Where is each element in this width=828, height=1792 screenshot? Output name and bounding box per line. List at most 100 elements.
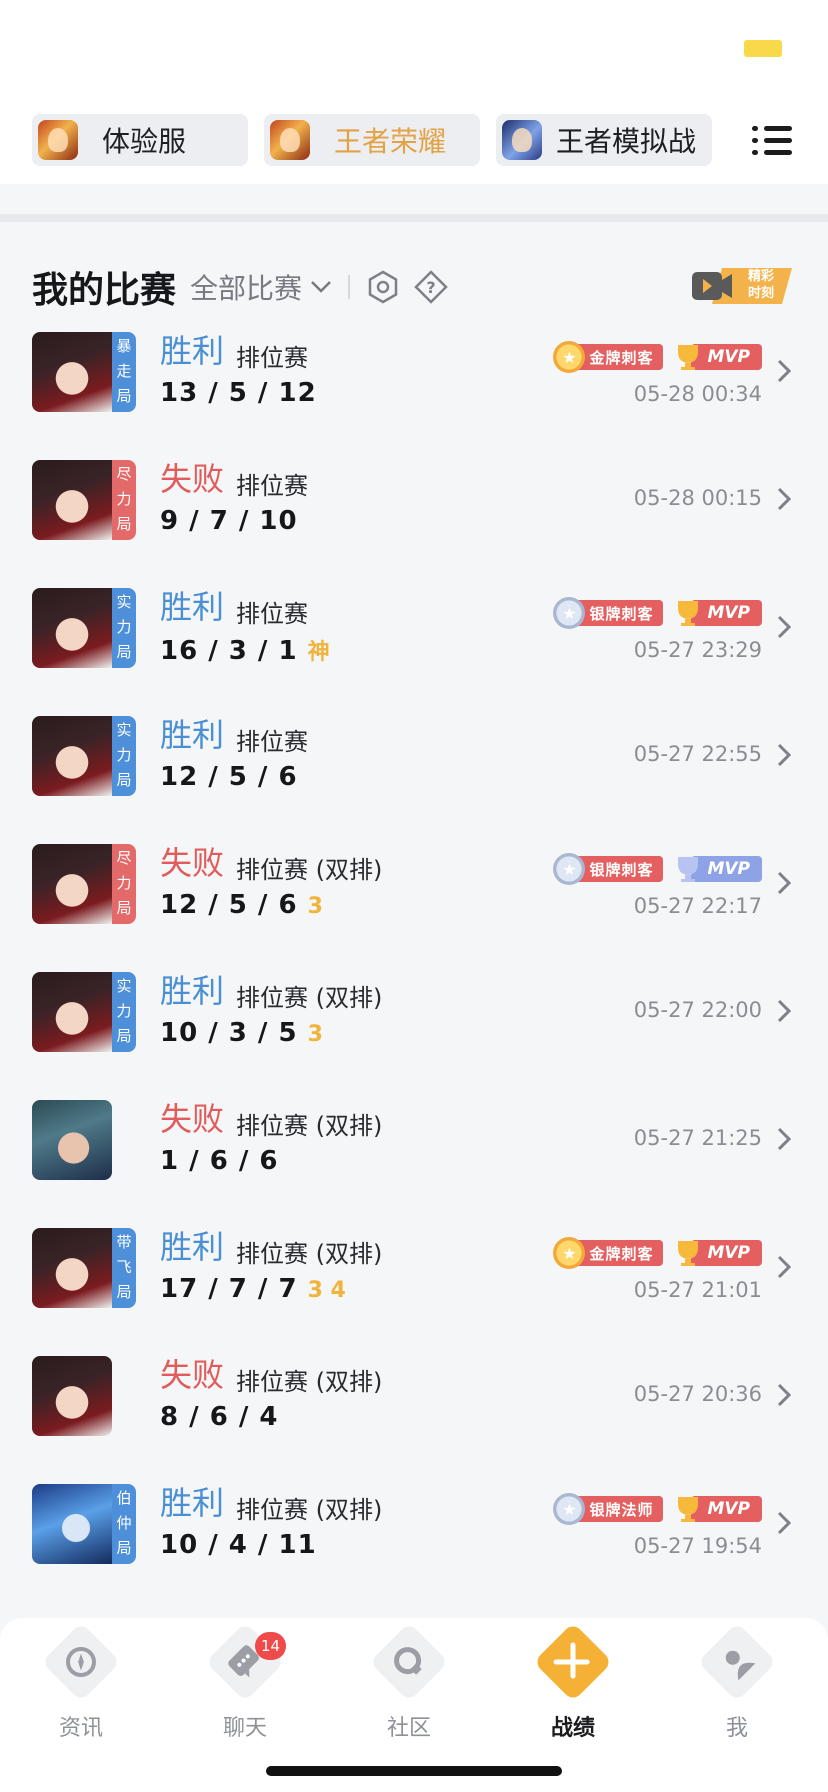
menu-list-icon[interactable] bbox=[752, 122, 792, 158]
hero-avatar: 暴走局 bbox=[32, 332, 136, 412]
kda-stats: 8 / 6 / 4 bbox=[160, 1402, 278, 1432]
highlight-line1: 精彩 bbox=[747, 269, 774, 284]
chevron-right-icon[interactable] bbox=[774, 1380, 794, 1410]
achievement-badges: ★ 银牌法师 MVP bbox=[553, 1493, 762, 1525]
mvp-label: MVP bbox=[691, 856, 762, 882]
hero-portrait bbox=[32, 332, 112, 412]
my-matches-header: 我的比赛 全部比赛 ? bbox=[32, 262, 802, 312]
match-tag-char: 暴 bbox=[116, 337, 132, 355]
kda-extra-badge: 3 4 bbox=[307, 1278, 346, 1303]
hero-avatar: 尽力局 bbox=[32, 844, 136, 924]
match-tag-char: 仲 bbox=[116, 1514, 132, 1532]
home-indicator bbox=[266, 1766, 562, 1776]
chevron-right-icon[interactable] bbox=[774, 484, 794, 514]
top-header: 体验服 王者荣耀 王者模拟战 bbox=[0, 0, 828, 184]
chevron-down-icon bbox=[311, 281, 331, 293]
nav-label: 社区 bbox=[386, 1716, 431, 1741]
match-time: 05-27 20:36 bbox=[633, 1382, 762, 1406]
match-row[interactable]: 实力局 胜利 排位赛 (双排) 10 / 3 / 5 3 05-27 22:00 bbox=[0, 960, 828, 1088]
match-tag-char: 力 bbox=[116, 618, 132, 636]
match-tag-char: 带 bbox=[116, 1233, 132, 1251]
match-tag-char: 力 bbox=[116, 874, 132, 892]
mvp-label: MVP bbox=[691, 1240, 762, 1266]
nav-profile[interactable]: 我 bbox=[677, 1622, 797, 1744]
match-row[interactable]: 失败 排位赛 (双排) 1 / 6 / 6 05-27 21:25 bbox=[0, 1088, 828, 1216]
chevron-right-icon[interactable] bbox=[774, 740, 794, 770]
mvp-label: MVP bbox=[691, 1496, 762, 1522]
chevron-right-icon[interactable] bbox=[774, 996, 794, 1026]
match-time: 05-27 22:17 bbox=[633, 894, 762, 918]
divider bbox=[0, 214, 828, 222]
hero-portrait bbox=[32, 1228, 112, 1308]
mvp-badge: MVP bbox=[675, 1238, 762, 1268]
chevron-right-icon[interactable] bbox=[774, 612, 794, 642]
kda-value: 9 / 7 / 10 bbox=[160, 506, 298, 536]
hero-portrait bbox=[32, 1356, 112, 1436]
match-result: 失败 bbox=[160, 844, 225, 882]
match-mode: 排位赛 bbox=[236, 728, 308, 756]
kda-stats: 16 / 3 / 1 神 bbox=[160, 634, 330, 666]
game-tab-label: 体验服 bbox=[102, 125, 187, 158]
match-filter-dropdown[interactable]: 全部比赛 bbox=[190, 267, 332, 307]
nav-chat[interactable]: 14 聊天 bbox=[185, 1622, 305, 1744]
match-row[interactable]: 实力局 胜利 排位赛 12 / 5 / 6 05-27 22:55 bbox=[0, 704, 828, 832]
chevron-right-icon[interactable] bbox=[774, 1252, 794, 1282]
nav-news[interactable]: 资讯 bbox=[21, 1622, 141, 1744]
match-row[interactable]: 带飞局 胜利 排位赛 (双排) 17 / 7 / 73 4 ★ 金牌刺客 MVP… bbox=[0, 1216, 828, 1344]
highlight-moments-button[interactable]: 精彩 时刻 bbox=[692, 266, 794, 306]
kda-stats: 13 / 5 / 12 bbox=[160, 378, 317, 408]
nav-label: 战绩 bbox=[550, 1716, 595, 1741]
nav-community[interactable]: 社区 bbox=[349, 1622, 469, 1744]
game-tab-label: 王者模拟战 bbox=[556, 125, 697, 158]
match-tag-char: 局 bbox=[116, 1539, 132, 1557]
match-tag-char: 实 bbox=[116, 977, 132, 995]
trophy-icon bbox=[678, 345, 699, 370]
match-result: 胜利 bbox=[160, 972, 225, 1010]
honor-of-kings-trial-icon bbox=[38, 120, 78, 160]
hero-avatar: 实力局 bbox=[32, 972, 136, 1052]
hero-portrait bbox=[32, 716, 112, 796]
honor-of-kings-icon bbox=[270, 120, 310, 160]
chevron-right-icon[interactable] bbox=[774, 1124, 794, 1154]
kda-stats: 12 / 5 / 6 3 bbox=[160, 890, 323, 920]
match-tag-char: 局 bbox=[116, 387, 132, 405]
match-mode: 排位赛 (双排) bbox=[236, 984, 383, 1012]
kda-stats: 1 / 6 / 6 bbox=[160, 1146, 278, 1176]
medal-label: 金牌刺客 bbox=[573, 1240, 664, 1266]
nav-battle-record[interactable]: 战绩 bbox=[513, 1622, 633, 1744]
kda-stats: 10 / 3 / 5 3 bbox=[160, 1018, 323, 1048]
hexagon-settings-icon[interactable] bbox=[366, 270, 400, 304]
help-icon[interactable]: ? bbox=[414, 270, 448, 304]
match-tag-char: 力 bbox=[116, 490, 132, 508]
match-row[interactable]: 暴走局 胜利 排位赛 13 / 5 / 12 ★ 金牌刺客 MVP 05-28 … bbox=[0, 320, 828, 448]
match-mode: 排位赛 (双排) bbox=[236, 1496, 383, 1524]
kda-extra-badge: 3 bbox=[307, 894, 323, 919]
kda-value: 17 / 7 / 7 bbox=[160, 1274, 298, 1304]
medal-label: 银牌刺客 bbox=[573, 856, 664, 882]
hero-portrait bbox=[32, 844, 112, 924]
match-time: 05-27 22:55 bbox=[633, 742, 762, 766]
medal-badge: ★ 银牌法师 bbox=[553, 1493, 664, 1525]
mvp-label: MVP bbox=[691, 600, 762, 626]
kda-extra-badge: 3 bbox=[307, 1022, 323, 1047]
match-row[interactable]: 失败 排位赛 (双排) 8 / 6 / 4 05-27 20:36 bbox=[0, 1344, 828, 1472]
kda-value: 16 / 3 / 1 bbox=[160, 636, 298, 666]
match-result: 胜利 bbox=[160, 1228, 225, 1266]
chevron-right-icon[interactable] bbox=[774, 868, 794, 898]
match-time: 05-28 00:15 bbox=[633, 486, 762, 510]
battle-record-icon bbox=[533, 1622, 612, 1701]
highlight-line2: 时刻 bbox=[747, 286, 774, 301]
match-type-tag: 实力局 bbox=[112, 588, 136, 668]
match-row[interactable]: 实力局 胜利 排位赛 16 / 3 / 1神 ★ 银牌刺客 MVP 05-27 … bbox=[0, 576, 828, 704]
game-tabs: 体验服 王者荣耀 王者模拟战 bbox=[32, 114, 822, 166]
match-row[interactable]: 尽力局 失败 排位赛 9 / 7 / 10 05-28 00:15 bbox=[0, 448, 828, 576]
game-tab-trial[interactable]: 体验服 bbox=[32, 114, 248, 166]
match-row[interactable]: 伯仲局 胜利 排位赛 (双排) 10 / 4 / 11 ★ 银牌法师 MVP 0… bbox=[0, 1472, 828, 1600]
game-tab-honor-of-kings[interactable]: 王者荣耀 bbox=[264, 114, 480, 166]
match-row[interactable]: 尽力局 失败 排位赛 (双排) 12 / 5 / 63 ★ 银牌刺客 MVP 0… bbox=[0, 832, 828, 960]
chevron-right-icon[interactable] bbox=[774, 356, 794, 386]
game-tab-auto-chess[interactable]: 王者模拟战 bbox=[496, 114, 712, 166]
chevron-right-icon[interactable] bbox=[774, 1508, 794, 1538]
medal-badge: ★ 金牌刺客 bbox=[553, 1237, 664, 1269]
match-tag-char: 尽 bbox=[116, 849, 132, 867]
